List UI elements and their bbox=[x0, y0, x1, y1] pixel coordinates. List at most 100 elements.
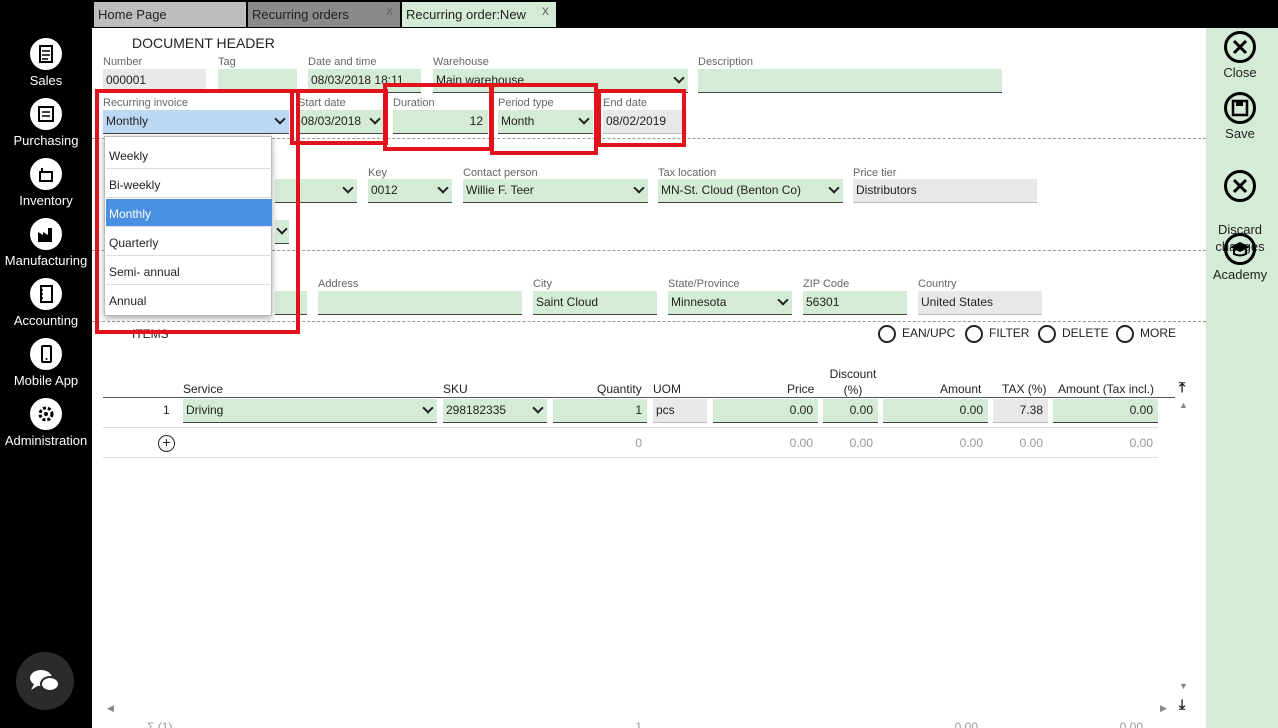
nav-manufacturing[interactable]: Manufacturing bbox=[0, 218, 92, 268]
chat-button[interactable] bbox=[16, 652, 74, 710]
new-row-discount: 0.00 bbox=[849, 436, 873, 450]
nav-label: Manufacturing bbox=[4, 253, 88, 268]
more-button[interactable]: MORE bbox=[1116, 325, 1176, 343]
amount-tax-incl-field[interactable]: 0.00 bbox=[1053, 399, 1158, 423]
uom-field[interactable]: pcs bbox=[653, 399, 707, 423]
academy-label: Academy bbox=[1212, 267, 1268, 282]
nav-purchasing[interactable]: Purchasing bbox=[0, 98, 92, 148]
new-row-tax: 0.00 bbox=[1019, 436, 1043, 450]
discount-field[interactable]: 0.00 bbox=[823, 399, 878, 423]
scroll-right-icon[interactable]: ▶ bbox=[1160, 703, 1167, 714]
state-select[interactable]: Minnesota bbox=[668, 291, 792, 315]
column-header-quantity: Quantity bbox=[597, 382, 642, 396]
delete-label: DELETE bbox=[1062, 326, 1109, 341]
sku-value: 298182335 bbox=[446, 403, 507, 417]
row-number: 1 bbox=[163, 403, 170, 417]
chevron-down-icon bbox=[532, 402, 544, 414]
close-button[interactable]: Close bbox=[1206, 31, 1274, 80]
key-label: Key bbox=[368, 167, 387, 179]
state-value: Minnesota bbox=[671, 295, 727, 309]
tab-recurring-orders[interactable]: Recurring orders x bbox=[248, 2, 400, 27]
table-header-divider bbox=[103, 397, 1175, 398]
footer-amount-tax-incl: 0.00 bbox=[1119, 720, 1143, 728]
sales-icon bbox=[30, 38, 62, 70]
quantity-field[interactable]: 1 bbox=[553, 399, 647, 423]
nav-label: Mobile App bbox=[13, 373, 79, 388]
service-select[interactable]: Driving bbox=[183, 399, 437, 423]
column-header-price: Price bbox=[787, 382, 815, 396]
scroll-down-icon[interactable]: ▼ bbox=[1179, 681, 1188, 691]
highlight-start-date bbox=[290, 89, 388, 145]
column-header-discount: Discount (%) bbox=[829, 367, 877, 397]
column-header-uom: UOM bbox=[653, 382, 681, 396]
nav-label: Sales bbox=[29, 73, 63, 88]
address-field[interactable] bbox=[318, 291, 522, 315]
close-label: Close bbox=[1223, 65, 1257, 80]
nav-inventory[interactable]: Inventory bbox=[0, 158, 92, 208]
tag-label: Tag bbox=[218, 56, 236, 68]
filter-label: FILTER bbox=[989, 326, 1030, 341]
tax-field[interactable]: 7.38 bbox=[993, 399, 1048, 423]
key-select[interactable]: 0012 bbox=[368, 179, 452, 203]
nav-accounting[interactable]: Accounting bbox=[0, 278, 92, 328]
scroll-bottom-icon[interactable]: ⤓ bbox=[1179, 696, 1185, 713]
ean-upc-label: EAN/UPC bbox=[902, 326, 956, 341]
column-header-sku: SKU bbox=[443, 382, 468, 396]
trash-icon bbox=[1038, 325, 1056, 343]
country-label: Country bbox=[918, 278, 957, 290]
action-bar: Close Save Discard changes Academy bbox=[1206, 28, 1278, 728]
chevron-down-icon bbox=[342, 182, 354, 194]
save-button[interactable]: Save bbox=[1206, 92, 1274, 141]
ean-upc-button[interactable]: EAN/UPC bbox=[878, 325, 955, 343]
city-field[interactable]: Saint Cloud bbox=[533, 291, 657, 315]
close-icon[interactable]: x bbox=[542, 2, 549, 18]
scroll-up-icon[interactable]: ▲ bbox=[1179, 400, 1188, 410]
description-label: Description bbox=[698, 56, 754, 68]
nav-label: Inventory bbox=[19, 193, 73, 208]
add-row-icon[interactable]: + bbox=[158, 435, 175, 452]
scroll-top-icon[interactable]: ⤒ bbox=[1179, 379, 1185, 396]
price-tier-label: Price tier bbox=[853, 167, 897, 179]
amount-field[interactable]: 0.00 bbox=[883, 399, 988, 423]
close-icon[interactable]: x bbox=[386, 2, 393, 18]
new-row-amount: 0.00 bbox=[959, 436, 983, 450]
description-field[interactable] bbox=[698, 69, 1002, 93]
address-label: Address bbox=[318, 278, 359, 290]
tab-home-page[interactable]: Home Page bbox=[94, 2, 246, 27]
row-divider bbox=[103, 457, 1158, 458]
sku-select[interactable]: 298182335 bbox=[443, 399, 547, 423]
footer-quantity: 1 bbox=[635, 720, 642, 728]
chevron-down-icon bbox=[828, 182, 840, 194]
close-icon bbox=[1224, 31, 1256, 63]
scroll-left-icon[interactable]: ◀ bbox=[107, 703, 114, 714]
nav-sales[interactable]: Sales bbox=[0, 38, 92, 88]
service-value: Driving bbox=[186, 403, 224, 417]
tab-recurring-order-new[interactable]: Recurring order:New x bbox=[402, 2, 556, 27]
zip-field[interactable]: 56301 bbox=[803, 291, 907, 315]
column-header-amount: Amount bbox=[940, 382, 982, 396]
highlight-end-date bbox=[597, 89, 686, 147]
tab-label: Home Page bbox=[98, 7, 167, 22]
number-label: Number bbox=[103, 56, 143, 68]
new-row-quantity: 0 bbox=[635, 436, 642, 450]
mobile-app-icon bbox=[30, 338, 62, 370]
filter-button[interactable]: FILTER bbox=[965, 325, 1029, 343]
inventory-icon bbox=[30, 158, 62, 190]
contact-person-select[interactable]: Willie F. Teer bbox=[463, 179, 648, 203]
left-navigation: Sales Purchasing Inventory Manufacturing… bbox=[0, 0, 92, 728]
nav-administration[interactable]: Administration bbox=[0, 398, 92, 448]
tax-location-select[interactable]: MN-St. Cloud (Benton Co) bbox=[658, 179, 843, 203]
price-field[interactable]: 0.00 bbox=[713, 399, 818, 423]
academy-button[interactable]: Academy bbox=[1206, 233, 1274, 282]
delete-button[interactable]: DELETE bbox=[1038, 325, 1109, 343]
price-tier-field[interactable]: Distributors bbox=[853, 179, 1037, 203]
tax-location-value: MN-St. Cloud (Benton Co) bbox=[661, 183, 802, 197]
key-value: 0012 bbox=[371, 183, 398, 197]
country-field[interactable]: United States bbox=[918, 291, 1042, 315]
city-label: City bbox=[533, 278, 552, 290]
tab-bar: Home Page Recurring orders x Recurring or… bbox=[92, 0, 1278, 28]
nav-mobile-app[interactable]: Mobile App bbox=[0, 338, 92, 388]
contact-person-label: Contact person bbox=[463, 167, 538, 179]
new-row-amount-tax-incl: 0.00 bbox=[1129, 436, 1153, 450]
new-row-price: 0.00 bbox=[789, 436, 813, 450]
